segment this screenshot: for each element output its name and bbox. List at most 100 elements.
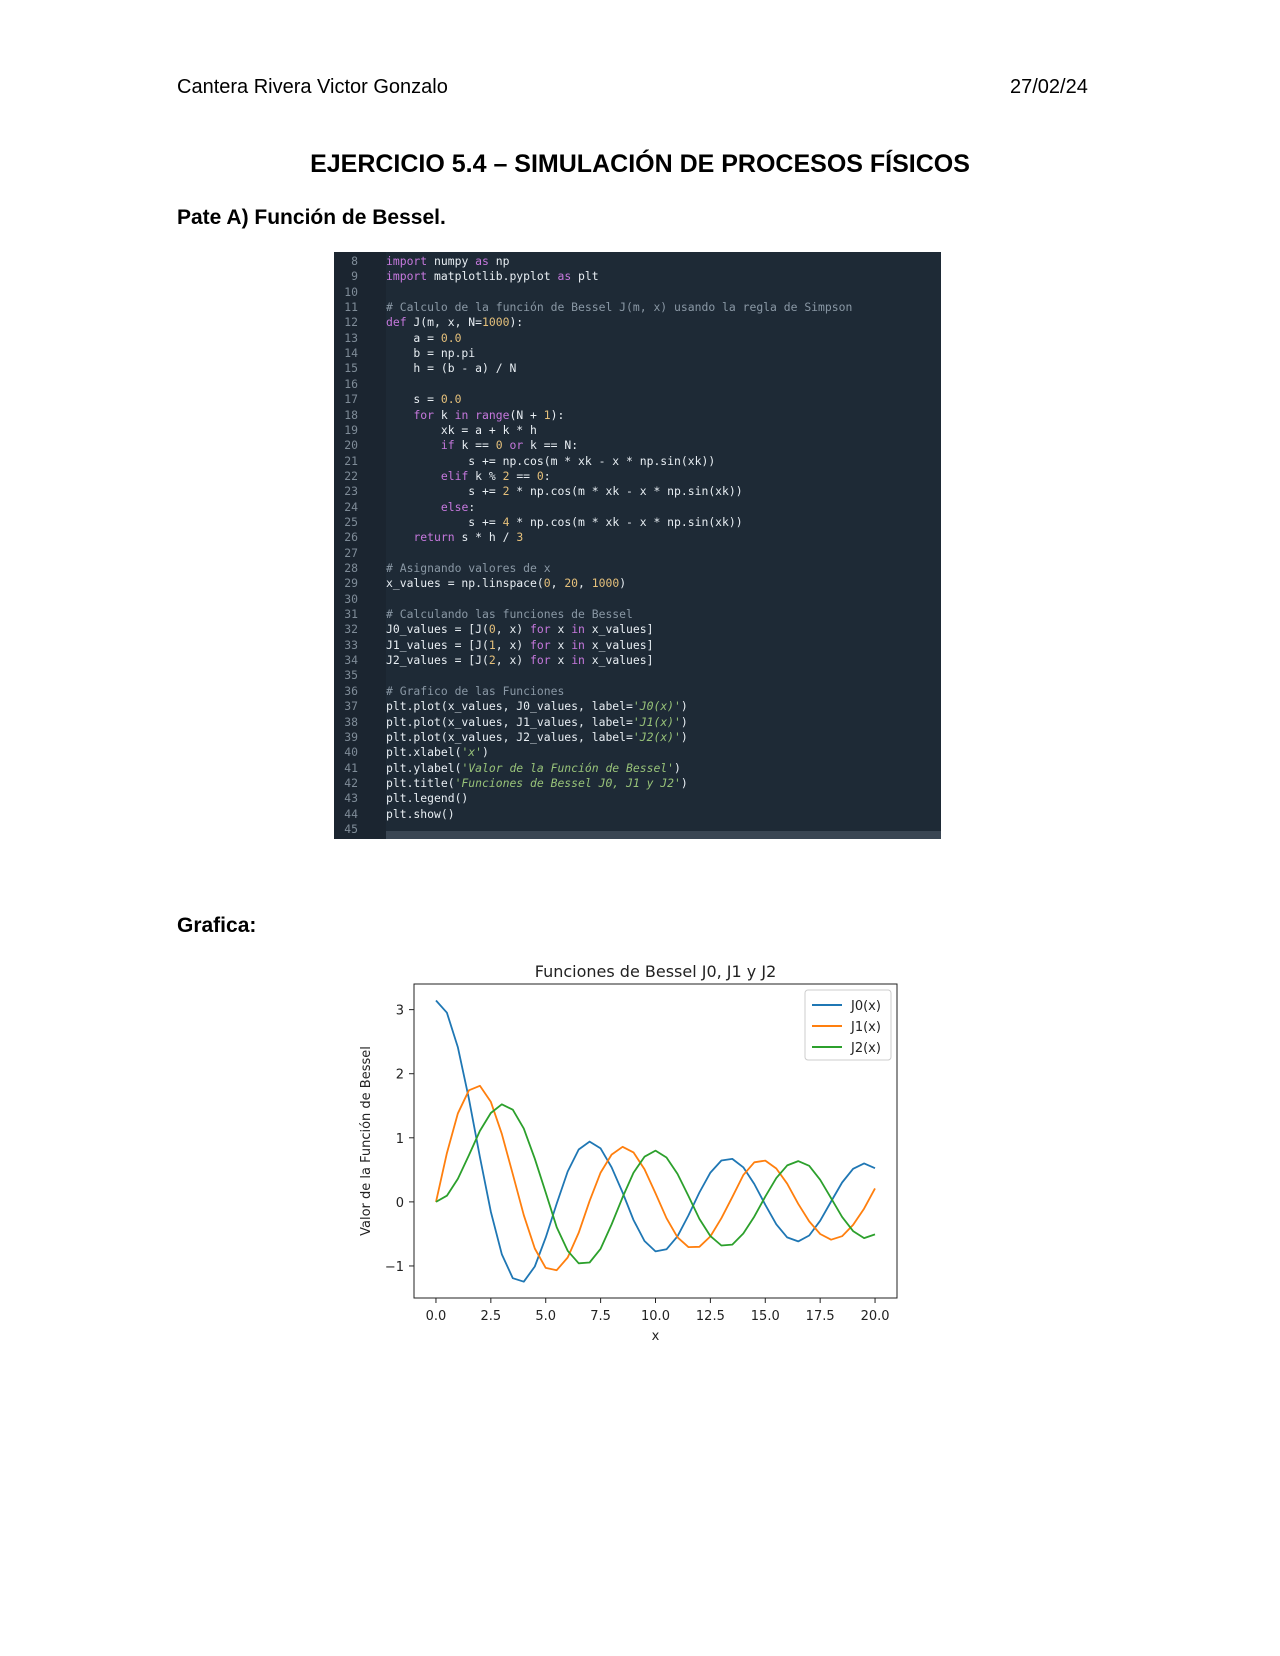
code-line: 30 bbox=[334, 592, 941, 608]
code-line: 11 # Calculo de la función de Bessel J(m,… bbox=[334, 300, 941, 316]
legend-label: J1(x) bbox=[850, 1020, 881, 1035]
code-line: 21 s += np.cos(m * xk - x * np.sin(xk)) bbox=[334, 454, 941, 470]
line-number: 41 bbox=[344, 760, 358, 775]
code-text: plt.title('Funciones de Bessel J0, J1 y … bbox=[386, 775, 688, 790]
x-axis-label: x bbox=[652, 1329, 660, 1344]
line-number: 18 bbox=[344, 407, 358, 422]
code-text: plt.plot(x_values, J2_values, label='J2(… bbox=[386, 729, 688, 744]
x-tick-label: 2.5 bbox=[480, 1309, 501, 1324]
code-line: 34 J2_values = [J(2, x) for x in x_values… bbox=[334, 653, 941, 669]
code-text: elif k % 2 == 0: bbox=[440, 468, 551, 483]
line-number: 13 bbox=[344, 330, 358, 345]
code-text: else: bbox=[440, 499, 476, 514]
line-number: 29 bbox=[344, 576, 358, 591]
code-line: 28 # Asignando valores de x bbox=[334, 561, 941, 577]
y-tick-label: 1 bbox=[396, 1132, 404, 1147]
line-number: 38 bbox=[344, 714, 358, 729]
chart-svg: Funciones de Bessel J0, J1 y J2 0.0 2.5 5.0… bbox=[359, 962, 898, 1344]
code-line: 29 x_values = np.linspace(0, 20, 1000) bbox=[334, 576, 941, 592]
code-text: plt.plot(x_values, J1_values, label='J1(… bbox=[386, 714, 688, 729]
line-number: 24 bbox=[344, 499, 358, 514]
code-text: s += 2 * np.cos(m * xk - x * np.sin(xk)) bbox=[386, 484, 743, 499]
line-number: 30 bbox=[344, 591, 358, 606]
legend-label: J0(x) bbox=[850, 999, 881, 1014]
code-text: plt.xlabel('x') bbox=[386, 745, 489, 760]
y-tick-label: 3 bbox=[396, 1004, 404, 1019]
line-number: 43 bbox=[344, 791, 358, 806]
code-line: 14 b = np.pi bbox=[334, 346, 941, 362]
line-number: 36 bbox=[344, 683, 358, 698]
author-name: Cantera Rivera Victor Gonzalo bbox=[177, 76, 448, 98]
code-line: 16 bbox=[334, 377, 941, 393]
code-text: # Asignando valores de x bbox=[386, 561, 551, 575]
code-text: # Grafico de las Funciones bbox=[386, 683, 565, 698]
code-line: 31 # Calculando las funciones de Bessel bbox=[334, 607, 941, 623]
line-number: 28 bbox=[344, 561, 358, 575]
code-text: s += 4 * np.cos(m * xk - x * np.sin(xk)) bbox=[386, 514, 743, 529]
line-number: 35 bbox=[344, 668, 358, 683]
code-line: 39 plt.plot(x_values, J2_values, label='J… bbox=[334, 730, 941, 746]
series-line-j1x bbox=[435, 1084, 876, 1272]
x-tick-label: 15.0 bbox=[751, 1309, 780, 1324]
code-text: return s * h / 3 bbox=[413, 530, 524, 545]
code-text: a = 0.0 bbox=[386, 330, 462, 345]
section-heading-b: Grafica: bbox=[177, 914, 257, 937]
code-line: 25 s += 4 * np.cos(m * xk - x * np.sin(x… bbox=[334, 515, 941, 531]
line-number: 16 bbox=[344, 376, 358, 391]
x-tick-label: 10.0 bbox=[641, 1309, 670, 1324]
y-axis-label: Valor de la Función de Bessel bbox=[359, 1046, 374, 1236]
line-number: 31 bbox=[344, 607, 358, 622]
y-tick-label: 0 bbox=[396, 1196, 404, 1211]
line-number: 44 bbox=[344, 806, 358, 821]
code-line: 37 plt.plot(x_values, J0_values, label='J… bbox=[334, 699, 941, 715]
code-line: 23 s += 2 * np.cos(m * xk - x * np.sin(x… bbox=[334, 484, 941, 500]
code-text: s = 0.0 bbox=[386, 392, 462, 407]
line-number: 33 bbox=[344, 637, 358, 652]
line-number: 39 bbox=[344, 729, 358, 744]
code-text: h = (b - a) / N bbox=[386, 361, 517, 376]
code-text: # Calculando las funciones de Bessel bbox=[386, 607, 633, 622]
y-tick-label: −1 bbox=[385, 1260, 404, 1275]
line-number: 8 bbox=[351, 254, 358, 268]
code-line: 22 elif k % 2 == 0: bbox=[334, 469, 941, 485]
line-number: 9 bbox=[351, 269, 358, 284]
line-number: 40 bbox=[344, 745, 358, 760]
code-text: import matplotlib.pyplot as plt bbox=[386, 269, 599, 284]
code-line: 24 else: bbox=[334, 500, 941, 516]
line-number: 34 bbox=[344, 653, 358, 668]
code-line: 38 plt.plot(x_values, J1_values, label='J… bbox=[334, 715, 941, 731]
series-line-j2x bbox=[435, 1103, 876, 1265]
code-text: # Calculo de la función de Bessel J(m, x… bbox=[386, 300, 853, 315]
code-text: def J(m, x, N=1000): bbox=[386, 315, 524, 330]
code-line: 17 s = 0.0 bbox=[334, 392, 941, 408]
code-line: 27 bbox=[334, 546, 941, 562]
document-date: 27/02/24 bbox=[1010, 76, 1088, 98]
code-line: 19 xk = a + k * h bbox=[334, 423, 941, 439]
line-number: 17 bbox=[344, 392, 358, 407]
code-editor-screenshot: 8 import numpy as np 9 import matplotlib.py… bbox=[334, 252, 941, 839]
code-line: 45 bbox=[334, 822, 941, 838]
line-number: 11 bbox=[344, 300, 358, 315]
code-line: 15 h = (b - a) / N bbox=[334, 361, 941, 377]
x-tick-label: 7.5 bbox=[590, 1309, 611, 1324]
code-line: 35 bbox=[334, 668, 941, 684]
line-number: 26 bbox=[344, 530, 358, 545]
section-heading-a: Pate A) Función de Bessel. bbox=[177, 206, 446, 229]
code-text: x_values = np.linspace(0, 20, 1000) bbox=[386, 576, 627, 591]
x-tick-label: 17.5 bbox=[806, 1309, 835, 1324]
line-number: 27 bbox=[344, 545, 358, 560]
code-line: 9 import matplotlib.pyplot as plt bbox=[334, 269, 941, 285]
code-text: plt.ylabel('Valor de la Función de Besse… bbox=[386, 760, 681, 775]
line-number: 37 bbox=[344, 699, 358, 714]
code-line: 32 J0_values = [J(0, x) for x in x_values… bbox=[334, 622, 941, 638]
code-line: 10 bbox=[334, 285, 941, 301]
code-line: 40 plt.xlabel('x') bbox=[334, 745, 941, 761]
line-number: 25 bbox=[344, 514, 358, 529]
code-line: 20 if k == 0 or k == N: bbox=[334, 438, 941, 454]
y-tick-label: 2 bbox=[396, 1068, 404, 1083]
code-line: 41 plt.ylabel('Valor de la Función de Bes… bbox=[334, 761, 941, 777]
code-text: plt.plot(x_values, J0_values, label='J0(… bbox=[386, 699, 688, 714]
code-text: if k == 0 or k == N: bbox=[440, 438, 579, 453]
code-text: for k in range(N + 1): bbox=[413, 407, 565, 422]
code-text: b = np.pi bbox=[386, 346, 476, 361]
